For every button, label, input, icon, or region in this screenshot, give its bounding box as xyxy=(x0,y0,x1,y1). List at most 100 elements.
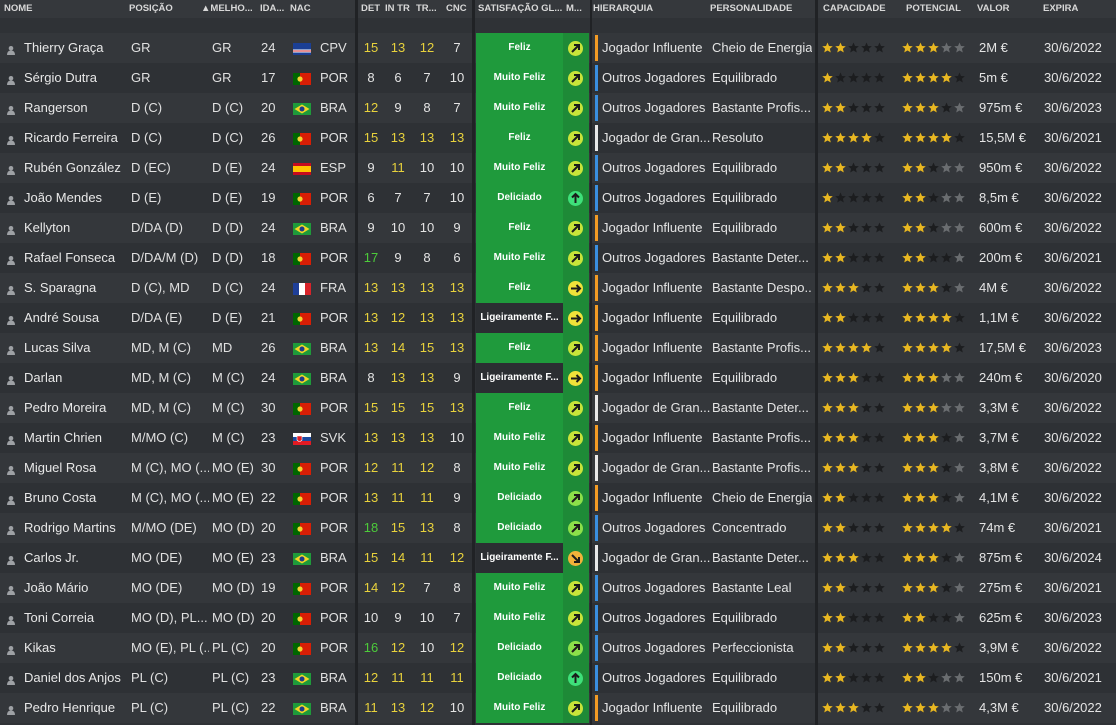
player-nationality[interactable]: ESP xyxy=(320,153,354,183)
column-header-intr[interactable]: IN TR xyxy=(385,0,413,18)
contract-expires: 30/6/2023 xyxy=(1044,340,1102,355)
table-row[interactable]: Rubén González D (EC) D (E) 24 ESP 9 11 10 10 Mui… xyxy=(0,153,1116,183)
player-nationality[interactable]: POR xyxy=(320,243,354,273)
table-row[interactable]: João Mendes D (E) D (E) 19 POR 6 7 7 10 Deliciado… xyxy=(0,183,1116,213)
player-name[interactable]: Kellyton xyxy=(24,213,128,243)
satisfaction-badge: Feliz xyxy=(476,123,563,153)
column-header-value[interactable]: VALOR xyxy=(977,0,1037,18)
mood-cell xyxy=(563,123,589,153)
player-nationality[interactable]: POR xyxy=(320,483,354,513)
player-nationality[interactable]: BRA xyxy=(320,693,354,723)
table-row[interactable]: Pedro Moreira MD, M (C) M (C) 30 POR 15 15 15 13… xyxy=(0,393,1116,423)
player-name[interactable]: Darlan xyxy=(24,363,128,393)
player-name[interactable]: Carlos Jr. xyxy=(24,543,128,573)
column-header-expires[interactable]: EXPIRA xyxy=(1043,0,1113,18)
player-nationality[interactable]: POR xyxy=(320,303,354,333)
player-name[interactable]: Miguel Rosa xyxy=(24,453,128,483)
column-header-satisfaction[interactable]: SATISFAÇÃO GL... xyxy=(478,0,562,18)
mood-cell xyxy=(563,663,589,693)
table-row[interactable]: André Sousa D/DA (E) D (E) 21 POR 13 12 13 13 Lig… xyxy=(0,303,1116,333)
player-nationality[interactable]: POR xyxy=(320,63,354,93)
table-row[interactable]: Thierry Graça GR GR 24 CPV 15 13 12 7 Feliz Jogado… xyxy=(0,33,1116,63)
player-name[interactable]: Pedro Moreira xyxy=(24,393,128,423)
player-name[interactable]: Lucas Silva xyxy=(24,333,128,363)
table-row[interactable]: Rafael Fonseca D/DA/M (D) D (D) 18 POR 17 9 8 6 M… xyxy=(0,243,1116,273)
player-nationality[interactable]: POR xyxy=(320,603,354,633)
player-nationality[interactable]: FRA xyxy=(320,273,354,303)
column-header-name[interactable]: NOME xyxy=(4,0,104,18)
player-nationality[interactable]: BRA xyxy=(320,663,354,693)
table-row[interactable]: Lucas Silva MD, M (C) MD 26 BRA 13 14 15 13 Feliz… xyxy=(0,333,1116,363)
column-header-best-position[interactable]: ▲MELHO... xyxy=(201,0,257,18)
player-nationality[interactable]: POR xyxy=(320,453,354,483)
flag-bra-icon xyxy=(293,223,311,235)
column-header-personality[interactable]: PERSONALIDADE xyxy=(710,0,810,18)
table-row[interactable]: João Mário MO (DE) MO (D) 19 POR 14 12 7 8 Muito … xyxy=(0,573,1116,603)
column-header-nationality[interactable]: NAC xyxy=(290,0,320,18)
potential-star-rating xyxy=(902,372,967,384)
player-name[interactable]: Daniel dos Anjos xyxy=(24,663,128,693)
table-row[interactable]: Kellyton D/DA (D) D (D) 24 BRA 9 10 10 9 Feliz Jog… xyxy=(0,213,1116,243)
column-header-hierarchy[interactable]: HIERARQUIA xyxy=(593,0,703,18)
player-nationality[interactable]: POR xyxy=(320,123,354,153)
column-header-age[interactable]: IDA... xyxy=(260,0,288,18)
player-nationality[interactable]: POR xyxy=(320,573,354,603)
mood-arrow-icon xyxy=(568,611,583,626)
player-nationality[interactable]: BRA xyxy=(320,93,354,123)
table-row[interactable]: S. Sparagna D (C), MD D (C) 24 FRA 13 13 13 13 Fe… xyxy=(0,273,1116,303)
column-header-mood[interactable]: M... xyxy=(566,0,588,18)
player-name[interactable]: André Sousa xyxy=(24,303,128,333)
column-header-cnc[interactable]: CNC xyxy=(446,0,472,18)
column-header-potential[interactable]: POTENCIAL xyxy=(906,0,976,18)
player-personality: Concentrado xyxy=(712,520,787,535)
player-name[interactable]: Ricardo Ferreira xyxy=(24,123,128,153)
player-nationality[interactable]: BRA xyxy=(320,333,354,363)
player-name[interactable]: Bruno Costa xyxy=(24,483,128,513)
player-name[interactable]: Toni Correia xyxy=(24,603,128,633)
table-row[interactable]: Rodrigo Martins M/MO (DE) MO (D) 20 POR 18 15 1… xyxy=(0,513,1116,543)
column-header-position[interactable]: POSIÇÃO xyxy=(129,0,199,18)
player-name[interactable]: S. Sparagna xyxy=(24,273,128,303)
capacity-star-rating xyxy=(822,372,887,384)
table-row[interactable]: Miguel Rosa M (C), MO (... MO (E) 30 POR 12 11… xyxy=(0,453,1116,483)
table-row[interactable]: Kikas MO (E), PL (... PL (C) 20 POR 16 12 10 12 D… xyxy=(0,633,1116,663)
column-header-tr[interactable]: TR... xyxy=(416,0,442,18)
player-nationality[interactable]: POR xyxy=(320,393,354,423)
player-nationality[interactable]: BRA xyxy=(320,543,354,573)
player-nationality[interactable]: POR xyxy=(320,513,354,543)
player-nationality[interactable]: BRA xyxy=(320,213,354,243)
table-row[interactable]: Pedro Henrique PL (C) PL (C) 22 BRA 11 13 12 10 M… xyxy=(0,693,1116,723)
player-name[interactable]: Rubén González xyxy=(24,153,128,183)
table-row[interactable]: Toni Correia MO (D), PL... MO (D) 20 POR 10 9 1… xyxy=(0,603,1116,633)
table-row[interactable]: Darlan MD, M (C) M (C) 24 BRA 8 13 13 9 Ligeirame… xyxy=(0,363,1116,393)
table-row[interactable]: Bruno Costa M (C), MO (... MO (E) 22 POR 13 11… xyxy=(0,483,1116,513)
column-header-determination[interactable]: DET xyxy=(361,0,383,18)
player-name[interactable]: Pedro Henrique xyxy=(24,693,128,723)
table-row[interactable]: Daniel dos Anjos PL (C) PL (C) 23 BRA 12 11 11 1… xyxy=(0,663,1116,693)
table-row[interactable]: Carlos Jr. MO (DE) MO (E) 23 BRA 15 14 11 12 Lige… xyxy=(0,543,1116,573)
player-nationality[interactable]: CPV xyxy=(320,33,354,63)
player-name[interactable]: João Mário xyxy=(24,573,128,603)
player-name[interactable]: Rafael Fonseca xyxy=(24,243,128,273)
table-row[interactable]: Martin Chrien M/MO (C) M (C) 23 SVK 13 13 13 10 M… xyxy=(0,423,1116,453)
player-name[interactable]: Thierry Graça xyxy=(24,33,128,63)
player-personality: Equilibrado xyxy=(712,190,778,205)
table-row[interactable]: Sérgio Dutra GR GR 17 POR 8 6 7 10 Muito Feliz Out… xyxy=(0,63,1116,93)
player-nationality[interactable]: SVK xyxy=(320,423,354,453)
column-header-capacity[interactable]: CAPACIDADE xyxy=(823,0,901,18)
attr-tr: 13 xyxy=(419,310,435,325)
player-name[interactable]: Rodrigo Martins xyxy=(24,513,128,543)
player-name[interactable]: Rangerson xyxy=(24,93,128,123)
table-row[interactable]: Rangerson D (C) D (C) 20 BRA 12 9 8 7 Muito Feliz… xyxy=(0,93,1116,123)
table-row[interactable]: Ricardo Ferreira D (C) D (C) 26 POR 15 13 13 13 F… xyxy=(0,123,1116,153)
player-nationality[interactable]: POR xyxy=(320,633,354,663)
attr-determination: 13 xyxy=(363,490,379,505)
player-name[interactable]: Sérgio Dutra xyxy=(24,63,128,93)
player-name[interactable]: João Mendes xyxy=(24,183,128,213)
player-nationality[interactable]: POR xyxy=(320,183,354,213)
attr-determination: 13 xyxy=(363,430,379,445)
player-name[interactable]: Kikas xyxy=(24,633,128,663)
player-name[interactable]: Martin Chrien xyxy=(24,423,128,453)
satisfaction-badge: Ligeiramente F... xyxy=(476,363,563,393)
player-nationality[interactable]: BRA xyxy=(320,363,354,393)
